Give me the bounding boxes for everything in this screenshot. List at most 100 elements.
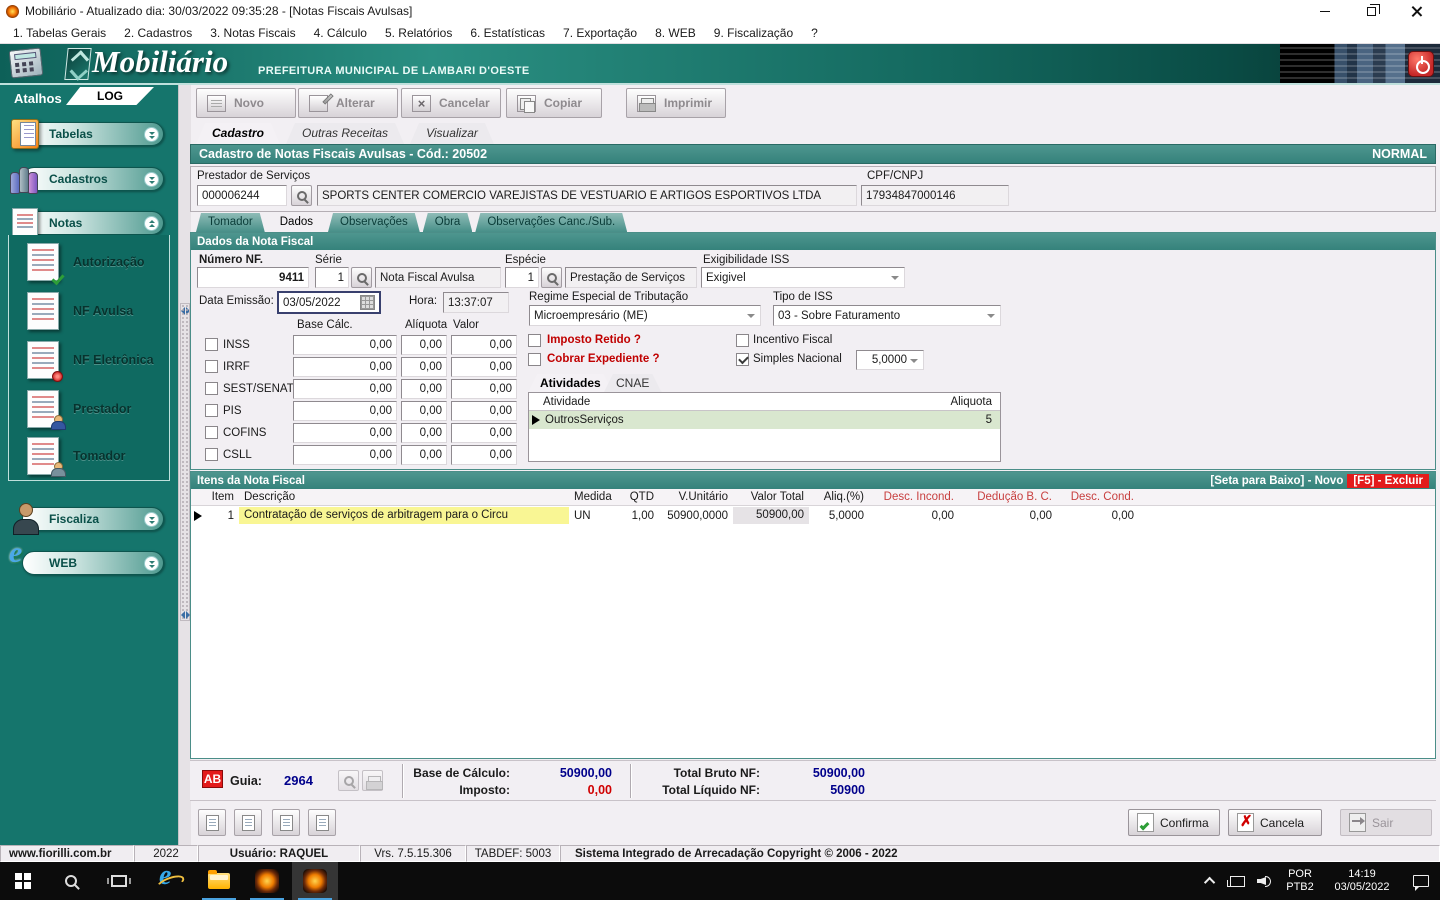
tab-visualizar[interactable]: Visualizar	[410, 123, 494, 144]
pis-aliq-field[interactable]: 0,00	[401, 401, 447, 421]
volume-tray-icon[interactable]	[1250, 875, 1278, 887]
irrf-base-field[interactable]: 0,00	[293, 357, 397, 377]
record-next-button[interactable]	[272, 809, 300, 836]
network-tray-icon[interactable]	[1224, 875, 1250, 887]
record-last-button[interactable]	[308, 809, 336, 836]
confirma-button[interactable]: Confirma	[1128, 809, 1220, 836]
taskbar-search-button[interactable]	[48, 862, 94, 900]
prestador-code-field[interactable]: 000006244	[197, 185, 287, 206]
copiar-button[interactable]: Copiar	[506, 88, 602, 118]
menu-notas-fiscais[interactable]: 3. Notas Fiscais	[201, 24, 304, 42]
numero-nf-field[interactable]: 9411	[197, 267, 309, 288]
regime-select[interactable]: Microempresário (ME)	[529, 305, 761, 326]
taskbar-ie-button[interactable]	[146, 860, 192, 900]
action-center-button[interactable]	[1402, 875, 1440, 891]
menu-relatorios[interactable]: 5. Relatórios	[376, 24, 461, 42]
record-first-button[interactable]	[198, 809, 226, 836]
sidebar-item-nf-eletronica[interactable]: NF Eletrônica	[9, 337, 169, 385]
irrf-checkbox[interactable]	[205, 360, 218, 373]
exigibilidade-select[interactable]: Exigivel	[701, 267, 905, 288]
sidebar-item-tomador[interactable]: Tomador	[9, 433, 169, 481]
clock[interactable]: 14:19 03/05/2022	[1322, 868, 1402, 894]
sest-senat-aliq-field[interactable]: 0,00	[401, 379, 447, 399]
tab-tomador[interactable]: Tomador	[196, 213, 265, 232]
serie-search-button[interactable]	[351, 267, 372, 288]
tab-cadastro[interactable]: Cadastro	[196, 123, 280, 144]
inss-base-field[interactable]: 0,00	[293, 335, 397, 355]
csll-base-field[interactable]: 0,00	[293, 445, 397, 465]
tab-observacoes-canc-sub[interactable]: Observações Canc./Sub.	[475, 213, 627, 232]
chevron-down-icon[interactable]	[144, 556, 159, 571]
prestador-search-button[interactable]	[291, 185, 312, 206]
task-view-button[interactable]	[96, 862, 142, 900]
tray-expand-button[interactable]	[1198, 876, 1224, 889]
imposto-retido-checkbox[interactable]	[528, 334, 541, 347]
tab-cnae[interactable]: CNAE	[604, 374, 661, 392]
sest-senat-base-field[interactable]: 0,00	[293, 379, 397, 399]
chevron-down-icon[interactable]	[144, 127, 159, 142]
power-button[interactable]	[1408, 51, 1434, 77]
novo-button[interactable]: Novo	[196, 88, 296, 118]
tab-observacoes[interactable]: Observações	[328, 213, 420, 232]
taskbar-fiorilli-app-button[interactable]	[244, 862, 290, 900]
sidebar-item-prestador[interactable]: Prestador	[9, 386, 169, 434]
sidebar-group-web[interactable]: WEB	[9, 536, 164, 575]
menu-calculo[interactable]: 4. Cálculo	[305, 24, 376, 42]
pis-valor-field[interactable]: 0,00	[451, 401, 517, 421]
language-indicator[interactable]: POR PTB2	[1278, 868, 1322, 894]
csll-checkbox[interactable]	[205, 448, 218, 461]
sidebar-group-fiscaliza[interactable]: Fiscaliza	[13, 503, 164, 535]
menu-exportacao[interactable]: 7. Exportação	[554, 24, 646, 42]
restore-button[interactable]	[1348, 0, 1394, 22]
inss-valor-field[interactable]: 0,00	[451, 335, 517, 355]
atividade-row[interactable]: OutrosServiços 5	[529, 411, 1000, 429]
guia-print-button[interactable]	[362, 770, 383, 791]
chevron-down-icon[interactable]	[144, 512, 159, 527]
calendar-icon[interactable]	[360, 295, 375, 310]
alterar-button[interactable]: Alterar	[298, 88, 398, 118]
inss-checkbox[interactable]	[205, 338, 218, 351]
csll-valor-field[interactable]: 0,00	[451, 445, 517, 465]
minimize-button[interactable]	[1302, 0, 1348, 22]
cofins-valor-field[interactable]: 0,00	[451, 423, 517, 443]
especie-field[interactable]: 1	[505, 267, 539, 288]
tab-dados[interactable]: Dados	[268, 213, 325, 232]
chevron-up-icon[interactable]	[144, 216, 159, 231]
sidebar-group-cadastros[interactable]: Cadastros	[10, 167, 164, 194]
cofins-checkbox[interactable]	[205, 426, 218, 439]
irrf-valor-field[interactable]: 0,00	[451, 357, 517, 377]
irrf-aliq-field[interactable]: 0,00	[401, 357, 447, 377]
sidebar-item-autorizacao[interactable]: Autorização	[9, 239, 169, 287]
simples-nacional-checkbox[interactable]	[736, 353, 749, 366]
cancelar-button[interactable]: × Cancelar	[401, 88, 501, 118]
chevron-down-icon[interactable]	[144, 172, 159, 187]
cofins-base-field[interactable]: 0,00	[293, 423, 397, 443]
menu-cadastros[interactable]: 2. Cadastros	[115, 24, 201, 42]
tipo-iss-select[interactable]: 03 - Sobre Faturamento	[773, 305, 1001, 326]
serie-field[interactable]: 1	[315, 267, 349, 288]
record-prev-button[interactable]	[234, 809, 262, 836]
cofins-aliq-field[interactable]: 0,00	[401, 423, 447, 443]
splitter-grip[interactable]	[180, 303, 190, 621]
csll-aliq-field[interactable]: 0,00	[401, 445, 447, 465]
sidebar-group-tabelas[interactable]: Tabelas	[11, 119, 164, 149]
item-row[interactable]: 1 Contratação de serviços de arbitragem …	[191, 506, 1435, 525]
menu-fiscalizacao[interactable]: 9. Fiscalização	[705, 24, 802, 42]
sidebar-item-nf-avulsa[interactable]: NF Avulsa	[9, 288, 169, 336]
tab-outras-receitas[interactable]: Outras Receitas	[286, 123, 404, 144]
menu-tabelas-gerais[interactable]: 1. Tabelas Gerais	[4, 24, 115, 42]
tab-obra[interactable]: Obra	[423, 213, 473, 232]
start-button[interactable]	[0, 862, 46, 900]
guia-search-button[interactable]	[338, 770, 359, 791]
taskbar-explorer-button[interactable]	[196, 862, 242, 900]
menu-web[interactable]: 8. WEB	[646, 24, 705, 42]
sidebar-group-notas[interactable]: Notas	[12, 208, 164, 238]
sair-button[interactable]: Sair	[1340, 809, 1432, 836]
taskbar-mobiliario-button[interactable]	[292, 862, 338, 900]
sest-senat-checkbox[interactable]	[205, 382, 218, 395]
log-tab[interactable]: LOG	[66, 87, 154, 105]
especie-search-button[interactable]	[541, 267, 562, 288]
incentivo-fiscal-checkbox[interactable]	[736, 334, 749, 347]
pis-checkbox[interactable]	[205, 404, 218, 417]
menu-estatisticas[interactable]: 6. Estatísticas	[461, 24, 554, 42]
